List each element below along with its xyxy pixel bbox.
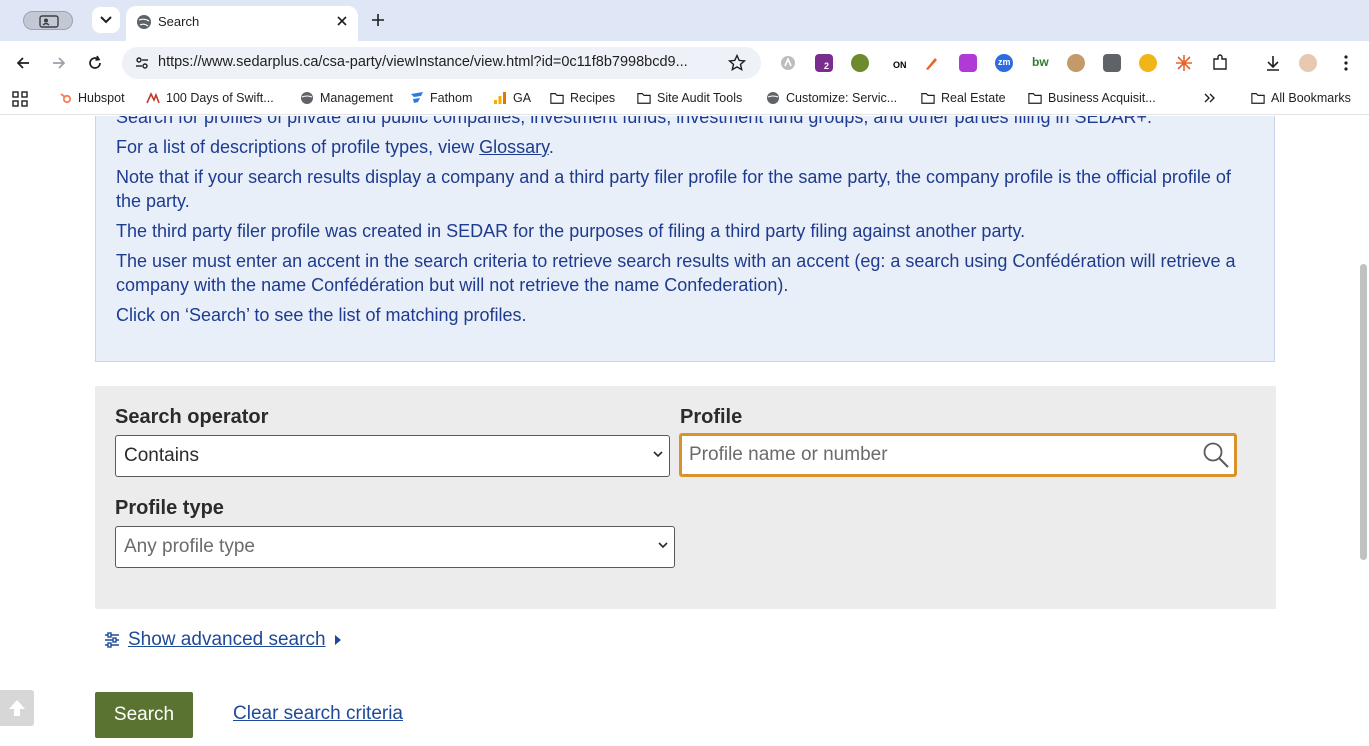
- search-operator-select[interactable]: Contains: [115, 435, 670, 477]
- avatar[interactable]: [1299, 54, 1317, 72]
- extension-purple-icon[interactable]: [959, 54, 977, 72]
- extension-face-icon[interactable]: [1067, 54, 1085, 72]
- globe-icon: [300, 91, 314, 105]
- hubspot-icon: [58, 91, 72, 105]
- bookmarks-bar: Hubspot 100 Days of Swift... Management …: [0, 85, 1369, 115]
- search-icon[interactable]: [1202, 441, 1230, 469]
- folder-icon: [637, 91, 651, 105]
- browser-tab-strip: Search: [0, 0, 1369, 41]
- bookmark-site-audit-tools[interactable]: Site Audit Tools: [637, 91, 742, 105]
- globe-icon: [137, 15, 151, 29]
- extension-pen-icon[interactable]: [923, 54, 941, 72]
- folder-icon: [1028, 91, 1042, 105]
- folder-icon: [921, 91, 935, 105]
- url-text[interactable]: https://www.sedarplus.ca/csa-party/viewI…: [158, 54, 718, 70]
- address-bar[interactable]: https://www.sedarplus.ca/csa-party/viewI…: [122, 47, 761, 79]
- bookmark-hubspot[interactable]: Hubspot: [58, 91, 125, 105]
- search-instructions-box: Search for profiles of private and publi…: [95, 116, 1275, 362]
- analytics-icon: [493, 91, 507, 105]
- bookmark-swift[interactable]: 100 Days of Swift...: [146, 91, 274, 105]
- extension-plant-icon[interactable]: [851, 54, 869, 72]
- bookmark-fathom[interactable]: Fathom: [410, 91, 472, 105]
- bookmark-recipes[interactable]: Recipes: [550, 91, 615, 105]
- close-icon[interactable]: [333, 12, 351, 30]
- instruction-line-5: The user must enter an accent in the sea…: [116, 251, 1236, 295]
- page-content: Search for profiles of private and publi…: [0, 116, 1358, 746]
- profile-input[interactable]: [689, 443, 1189, 467]
- extension-on-icon[interactable]: ON: [887, 54, 907, 72]
- bookmarks-overflow-chevron-icon[interactable]: [1203, 91, 1217, 105]
- search-form-panel: Search operator Contains Profile Profile…: [95, 386, 1276, 609]
- profile-label: Profile: [680, 406, 743, 428]
- person-card-icon: [39, 15, 59, 28]
- instruction-line-6: Click on ‘Search’ to see the list of mat…: [116, 305, 527, 325]
- extension-p-icon[interactable]: 2: [815, 54, 833, 72]
- scrollbar-thumb[interactable]: [1360, 264, 1367, 560]
- folder-icon: [1251, 91, 1265, 105]
- fathom-icon: [410, 91, 424, 105]
- bookmark-management[interactable]: Management: [300, 91, 393, 105]
- download-icon[interactable]: [1264, 54, 1282, 72]
- arrow-right-icon: [53, 57, 66, 69]
- instruction-line-4: The third party filer profile was create…: [116, 221, 1026, 241]
- bookmark-star-icon[interactable]: [728, 54, 746, 72]
- apps-grid-icon[interactable]: [12, 91, 28, 107]
- chevron-down-icon: [653, 451, 663, 458]
- back-button[interactable]: [13, 53, 33, 73]
- reload-icon: [89, 55, 101, 69]
- extension-sun-icon[interactable]: [1175, 54, 1193, 72]
- tab-title: Search: [158, 14, 200, 29]
- caret-right-icon: [334, 635, 341, 645]
- arrow-left-icon: [16, 57, 29, 69]
- bookmark-ga[interactable]: GA: [493, 91, 531, 105]
- all-bookmarks[interactable]: All Bookmarks: [1251, 91, 1351, 105]
- search-operator-label: Search operator: [115, 406, 269, 428]
- plus-icon: [372, 14, 384, 26]
- instruction-line-2: For a list of descriptions of profile ty…: [116, 137, 554, 157]
- globe-icon: [766, 91, 780, 105]
- chevron-down-icon: [658, 542, 668, 549]
- search-button[interactable]: Search: [95, 692, 193, 738]
- extension-bw-icon[interactable]: bw: [1031, 54, 1049, 72]
- swift-icon: [146, 91, 160, 105]
- browser-tab-active[interactable]: Search: [126, 6, 358, 41]
- bookmark-real-estate[interactable]: Real Estate: [921, 91, 1006, 105]
- extension-a-icon[interactable]: [779, 54, 797, 72]
- site-settings-icon[interactable]: [134, 55, 150, 71]
- new-tab-button[interactable]: [368, 10, 388, 30]
- extension-zm-icon[interactable]: zm: [995, 54, 1013, 72]
- instruction-line-1: Search for profiles of private and publi…: [116, 116, 1153, 127]
- puzzle-icon[interactable]: [1211, 54, 1229, 72]
- profile-switcher-button[interactable]: [23, 11, 73, 30]
- folder-icon: [550, 91, 564, 105]
- tab-search-button[interactable]: [92, 7, 120, 33]
- profile-type-select[interactable]: Any profile type: [115, 526, 675, 568]
- bookmark-business-acquisition[interactable]: Business Acquisit...: [1028, 91, 1156, 105]
- reload-button[interactable]: [85, 53, 105, 73]
- clear-search-criteria-link[interactable]: Clear search criteria: [233, 703, 403, 725]
- scroll-to-top-button[interactable]: [0, 690, 34, 726]
- arrow-up-icon: [9, 700, 25, 716]
- browser-toolbar: https://www.sedarplus.ca/csa-party/viewI…: [0, 41, 1369, 85]
- kebab-menu-icon[interactable]: [1337, 54, 1355, 72]
- forward-button[interactable]: [49, 53, 69, 73]
- page-scrollbar[interactable]: [1358, 116, 1369, 746]
- show-advanced-search-toggle[interactable]: Show advanced search: [104, 629, 342, 651]
- show-advanced-search-link[interactable]: Show advanced search: [128, 629, 326, 651]
- bookmark-customize[interactable]: Customize: Servic...: [766, 91, 897, 105]
- sliders-icon: [105, 632, 119, 648]
- instruction-line-3: Note that if your search results display…: [116, 167, 1231, 211]
- extension-yellow-icon[interactable]: [1139, 54, 1157, 72]
- profile-search-field[interactable]: [679, 433, 1237, 477]
- glossary-link[interactable]: Glossary: [479, 137, 549, 157]
- extension-gray-icon[interactable]: [1103, 54, 1121, 72]
- profile-type-label: Profile type: [115, 497, 224, 519]
- chevron-down-icon: [100, 16, 112, 24]
